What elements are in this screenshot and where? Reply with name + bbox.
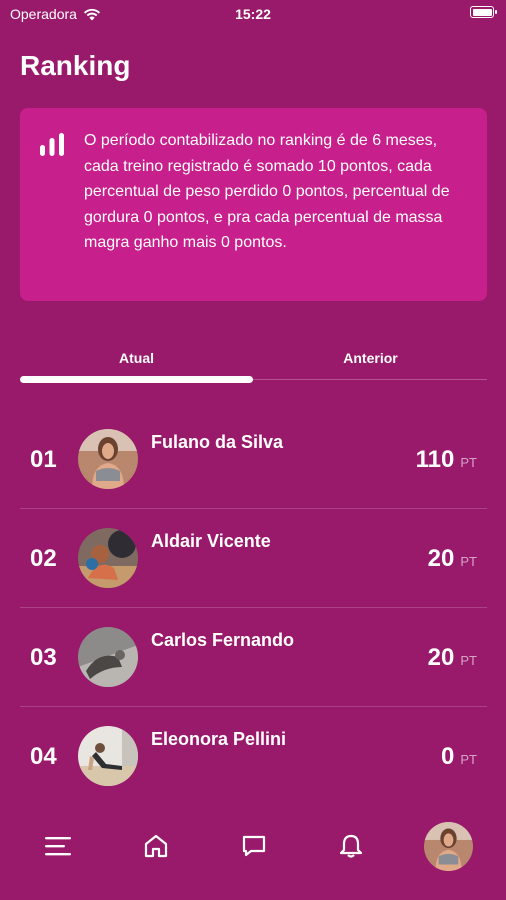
info-text: O período contabilizado no ranking é de … xyxy=(84,132,450,251)
status-bar: Operadora 15:22 xyxy=(0,0,506,28)
rank-name: Fulano da Silva xyxy=(151,432,284,452)
points-value: 0 xyxy=(441,743,455,770)
status-right xyxy=(470,6,497,18)
points-value: 110 xyxy=(415,446,455,473)
points-value: 20 xyxy=(427,644,455,671)
points-value: 20 xyxy=(427,545,455,572)
status-time: 15:22 xyxy=(235,6,271,22)
rank-position: 01 xyxy=(30,446,57,473)
points-unit: PT xyxy=(460,455,477,470)
points-unit: PT xyxy=(460,752,477,767)
rank-position: 04 xyxy=(30,743,57,770)
ranking-row[interactable]: 03 Carlos Fernando 20 PT xyxy=(20,608,487,707)
bar-chart-icon xyxy=(40,133,64,156)
points-unit: PT xyxy=(460,653,477,668)
points-unit: PT xyxy=(460,554,477,569)
home-icon[interactable] xyxy=(141,831,171,861)
ranking-tabs: Atual Anterior xyxy=(20,338,487,388)
tab-anterior[interactable]: Anterior xyxy=(254,350,487,366)
rank-position: 02 xyxy=(30,545,57,572)
rank-position: 03 xyxy=(30,644,57,671)
ranking-row[interactable]: 04 Eleonora Pellini 0 PT xyxy=(20,707,487,806)
bottom-nav xyxy=(0,815,506,877)
rank-name: Carlos Fernando xyxy=(151,630,295,650)
rank-points: 110 PT xyxy=(416,446,477,474)
ranking-row[interactable]: 02 Aldair Vicente 20 PT xyxy=(20,509,487,608)
rank-name: Aldair Vicente xyxy=(151,531,271,551)
page-title: Ranking xyxy=(20,50,131,81)
menu-icon[interactable] xyxy=(43,831,73,861)
avatar xyxy=(78,627,138,687)
chat-icon[interactable] xyxy=(239,831,269,861)
avatar xyxy=(78,528,138,588)
info-card: O período contabilizado no ranking é de … xyxy=(20,108,487,301)
rank-name: Eleonora Pellini xyxy=(151,729,287,749)
tab-indicator xyxy=(20,376,253,383)
rank-points: 20 PT xyxy=(428,545,477,573)
profile-avatar[interactable] xyxy=(424,822,473,871)
battery-icon xyxy=(470,6,497,18)
ranking-row[interactable]: 01 Fulano da Silva 110 PT xyxy=(20,410,487,509)
rank-points: 20 PT xyxy=(428,644,477,672)
bell-icon[interactable] xyxy=(336,831,366,861)
avatar xyxy=(78,429,138,489)
rank-points: 0 PT xyxy=(441,743,477,771)
avatar xyxy=(78,726,138,786)
tab-atual[interactable]: Atual xyxy=(20,350,253,366)
